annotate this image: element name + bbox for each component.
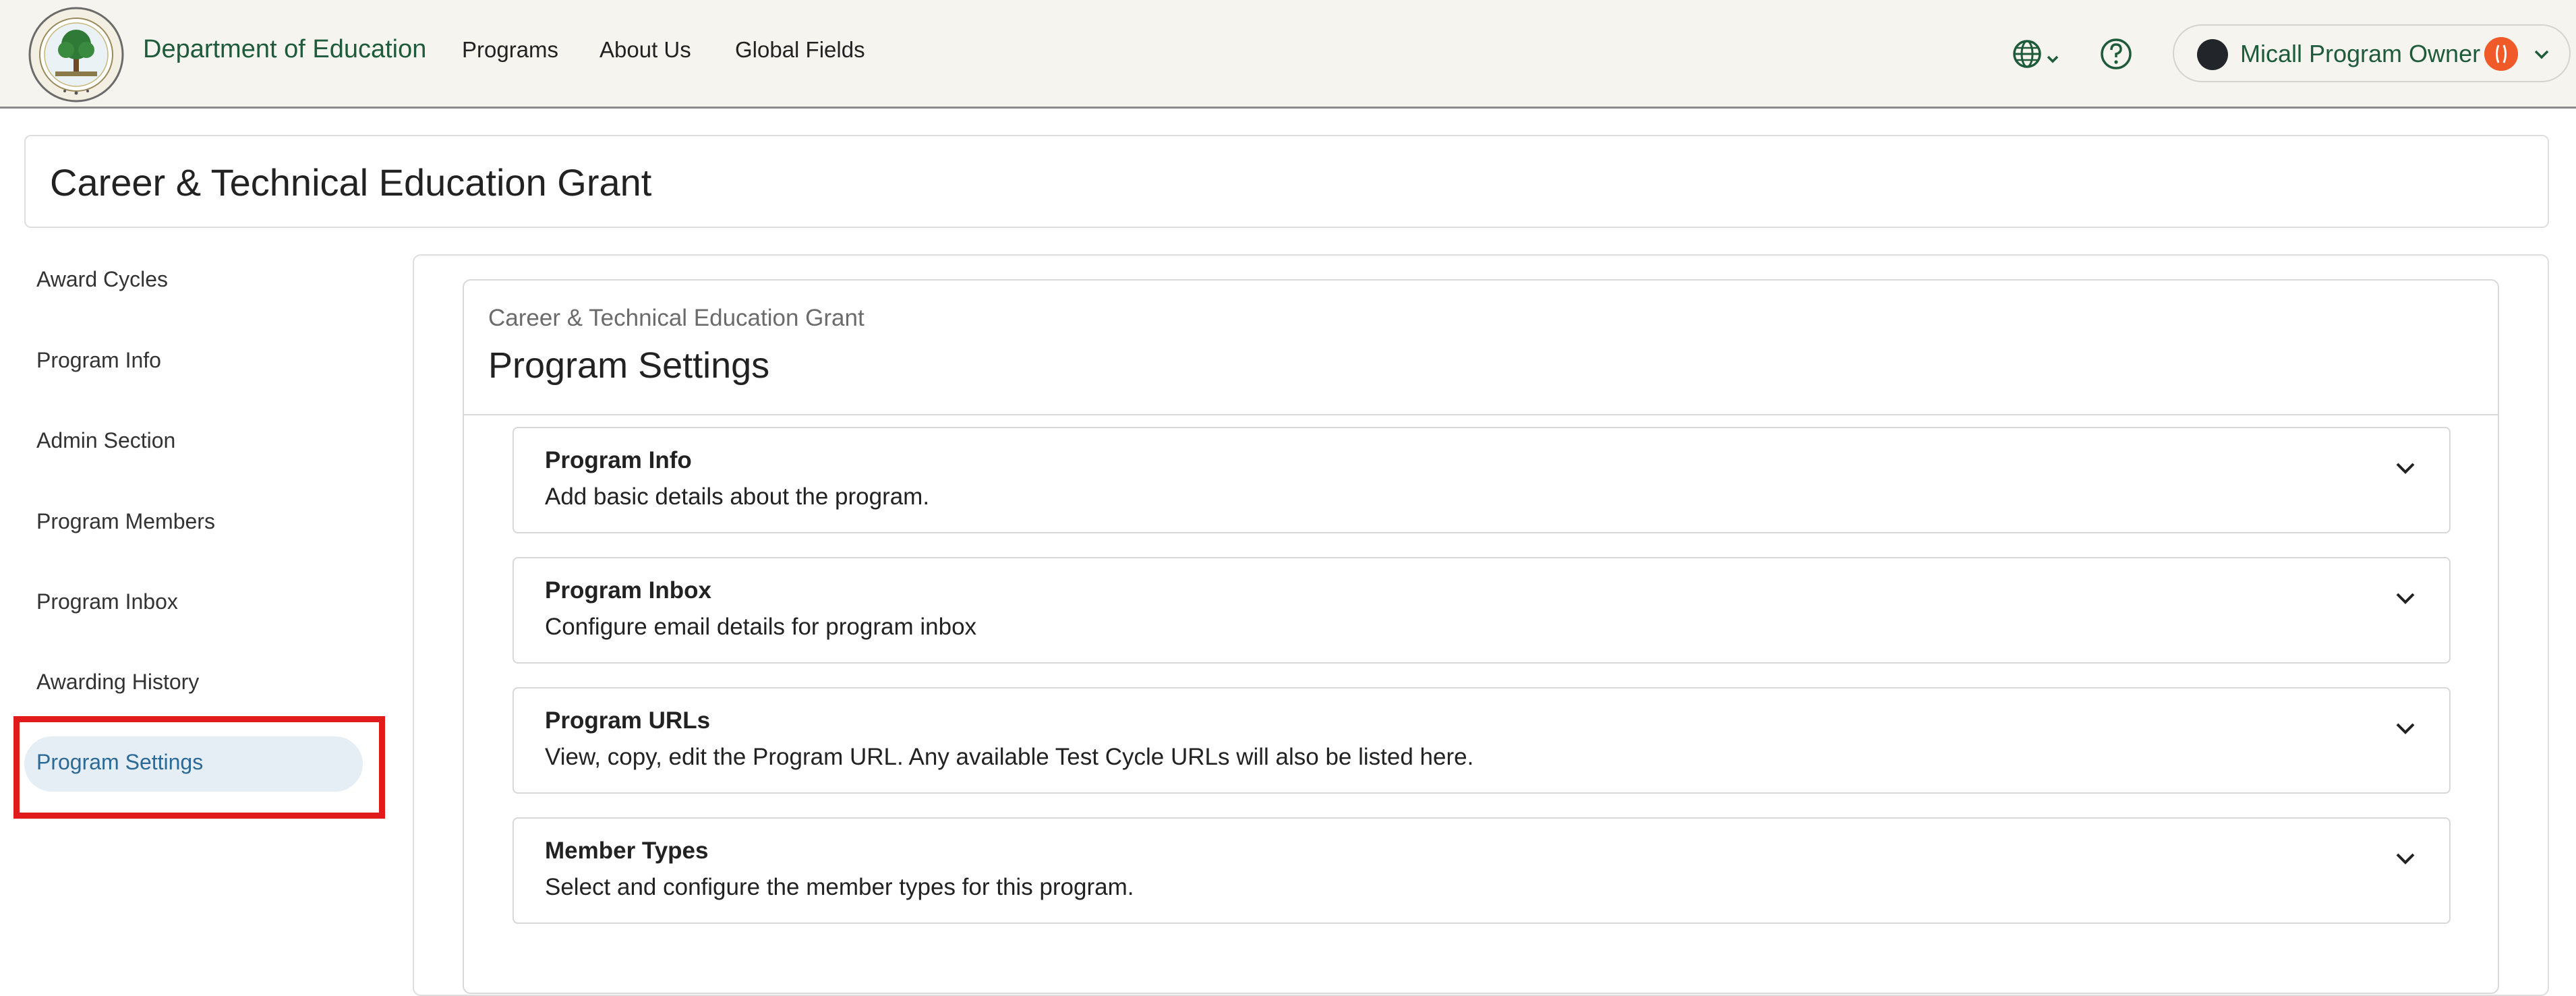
accordion-title: Member Types xyxy=(545,838,709,864)
accordion-description: View, copy, edit the Program URL. Any av… xyxy=(545,744,1474,770)
chevron-down-icon xyxy=(2534,50,2549,59)
accordion-description: Configure email details for program inbo… xyxy=(545,614,977,640)
user-menu-button[interactable]: Micall Program Owner xyxy=(2173,24,2571,82)
user-avatar xyxy=(2197,39,2228,70)
sidebar-item-award-cycles[interactable]: Award Cycles xyxy=(36,267,168,292)
accordion-description: Add basic details about the program. xyxy=(545,484,930,510)
sidebar-item-program-members[interactable]: Program Members xyxy=(36,509,215,534)
top-navigation-bar: Department of Education Programs About U… xyxy=(0,0,2576,109)
selection-highlight-box xyxy=(13,716,385,819)
breadcrumb: Career & Technical Education Grant xyxy=(488,305,865,331)
department-seal-logo[interactable] xyxy=(28,7,124,102)
accessibility-icon xyxy=(2484,37,2518,71)
brand-title[interactable]: Department of Education xyxy=(143,35,426,64)
nav-programs[interactable]: Programs xyxy=(462,37,558,63)
help-circle-icon[interactable] xyxy=(2097,35,2135,73)
nav-about-us[interactable]: About Us xyxy=(599,37,691,63)
chevron-down-icon[interactable] xyxy=(2393,585,2418,611)
accordion-program-inbox[interactable]: Program Inbox Configure email details fo… xyxy=(513,557,2451,664)
sidebar-item-program-inbox[interactable]: Program Inbox xyxy=(36,589,178,614)
nav-global-fields[interactable]: Global Fields xyxy=(735,37,865,63)
sidebar-item-admin-section[interactable]: Admin Section xyxy=(36,428,175,453)
chevron-down-icon[interactable] xyxy=(2393,715,2418,741)
accordion-member-types[interactable]: Member Types Select and configure the me… xyxy=(513,817,2451,924)
settings-header: Career & Technical Education Grant Progr… xyxy=(464,281,2498,415)
sidebar-item-program-info[interactable]: Program Info xyxy=(36,348,161,373)
accordion-title: Program Inbox xyxy=(545,577,711,604)
accordion-description: Select and configure the member types fo… xyxy=(545,874,1134,900)
accordion-title: Program URLs xyxy=(545,707,711,734)
accordion-program-urls[interactable]: Program URLs View, copy, edit the Progra… xyxy=(513,687,2451,794)
program-header-card: Career & Technical Education Grant xyxy=(24,135,2549,228)
accordion-program-info[interactable]: Program Info Add basic details about the… xyxy=(513,427,2451,533)
page-title: Program Settings xyxy=(488,345,770,386)
language-globe-icon[interactable] xyxy=(2011,35,2065,73)
chevron-down-icon[interactable] xyxy=(2393,455,2418,481)
user-name: Micall Program Owner xyxy=(2240,40,2481,67)
sidebar-item-awarding-history[interactable]: Awarding History xyxy=(36,670,199,695)
accordion-title: Program Info xyxy=(545,447,692,473)
program-title: Career & Technical Education Grant xyxy=(50,161,652,204)
chevron-down-icon[interactable] xyxy=(2393,846,2418,871)
